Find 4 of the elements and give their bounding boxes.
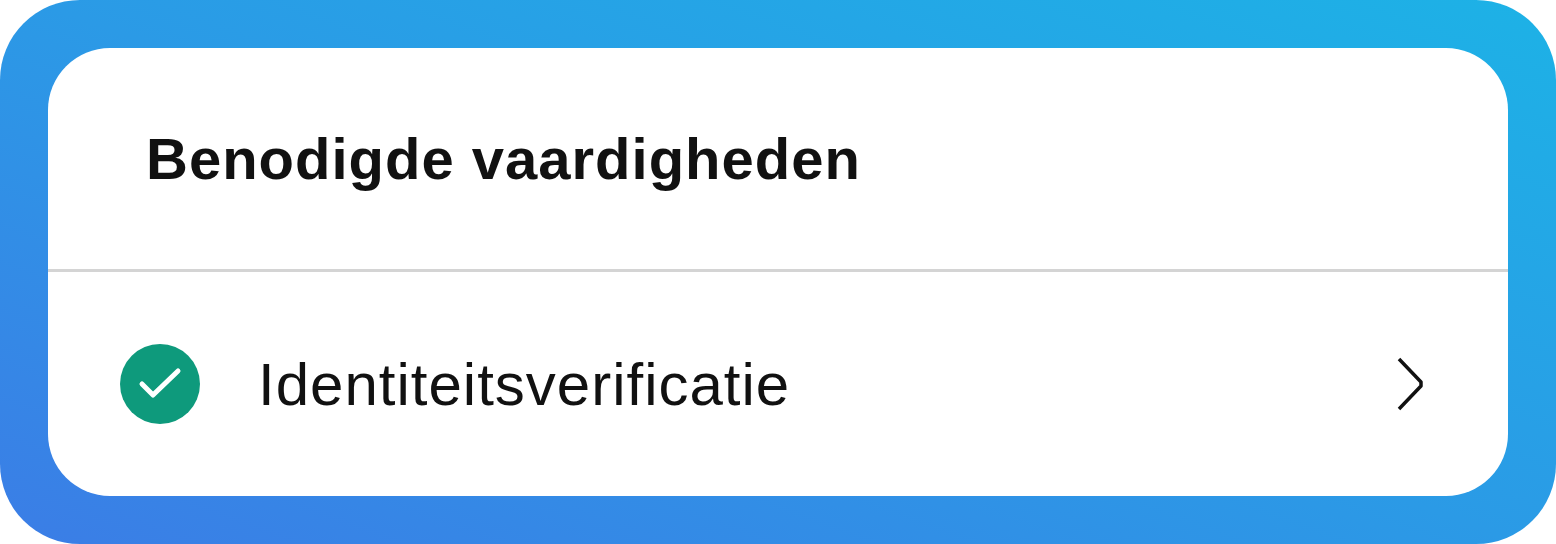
skill-label: Identiteitsverificatie: [258, 349, 792, 419]
skill-row[interactable]: Identiteitsverificatie: [48, 272, 1508, 496]
chevron-right-icon: [1396, 357, 1424, 411]
section-title: Benodigde vaardigheden: [146, 125, 861, 192]
